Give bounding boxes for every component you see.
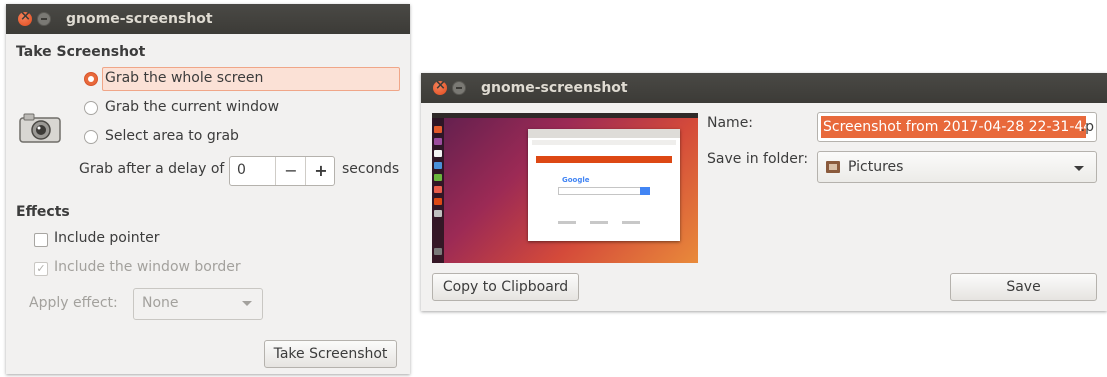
option-label-current-window[interactable]: Grab the current window bbox=[105, 99, 279, 115]
include-pointer-checkbox[interactable] bbox=[34, 233, 48, 247]
screenshot-preview: Google bbox=[432, 113, 698, 263]
save-screenshot-window: gnome-screenshot Google Name: Screensh bbox=[421, 73, 1107, 311]
filename-selected-text: Screenshot from 2017-04-28 22-31-44 bbox=[821, 116, 1086, 138]
include-border-label[interactable]: Include the window border bbox=[54, 259, 241, 275]
delay-value[interactable]: 0 bbox=[237, 162, 246, 178]
copy-to-clipboard-button[interactable]: Copy to Clipboard bbox=[432, 273, 579, 301]
apply-effect-value: None bbox=[142, 295, 179, 311]
preview-launcher-icon bbox=[434, 210, 442, 217]
preview-browser-window: Google bbox=[528, 129, 680, 241]
title-bar[interactable]: gnome-screenshot bbox=[6, 4, 410, 34]
preview-launcher-icon bbox=[434, 126, 442, 133]
copy-to-clipboard-button-label: Copy to Clipboard bbox=[442, 279, 569, 295]
delay-increment-button[interactable]: + bbox=[305, 157, 336, 185]
preview-launcher-icon bbox=[434, 198, 442, 205]
preview-launcher-icon bbox=[434, 248, 442, 255]
filename-input[interactable]: Screenshot from 2017-04-28 22-31-44 .p bbox=[817, 112, 1097, 142]
save-button-label: Save bbox=[1006, 279, 1041, 295]
close-icon[interactable] bbox=[433, 78, 447, 95]
delay-label: Grab after a delay of bbox=[79, 161, 225, 177]
preview-launcher-icon bbox=[434, 174, 442, 181]
save-folder-dropdown[interactable]: Pictures bbox=[817, 151, 1097, 183]
filename-tail-text: .p bbox=[1080, 119, 1094, 135]
take-screenshot-button[interactable]: Take Screenshot bbox=[264, 340, 397, 368]
effects-heading: Effects bbox=[16, 204, 70, 220]
save-in-folder-label: Save in folder: bbox=[707, 151, 809, 167]
preview-browser-bar bbox=[528, 129, 680, 138]
title-bar[interactable]: gnome-screenshot bbox=[421, 73, 1107, 103]
include-border-checkbox[interactable]: ✓ bbox=[34, 262, 48, 276]
option-label-select-area[interactable]: Select area to grab bbox=[105, 128, 239, 144]
save-button[interactable]: Save bbox=[950, 273, 1097, 301]
option-label-whole-screen[interactable]: Grab the whole screen bbox=[105, 70, 263, 86]
preview-top-panel bbox=[432, 113, 698, 118]
preview-ubuntu-banner bbox=[536, 156, 672, 163]
screenshot-dialog-window: gnome-screenshot Take Screenshot Grab th… bbox=[6, 4, 410, 374]
chevron-down-icon bbox=[242, 301, 252, 306]
take-screenshot-button-label: Take Screenshot bbox=[273, 346, 388, 362]
window-title: gnome-screenshot bbox=[66, 11, 213, 27]
delay-spinner[interactable]: 0 − + bbox=[229, 156, 335, 186]
radio-grab-whole-screen[interactable] bbox=[84, 72, 98, 86]
preview-search-box bbox=[558, 187, 648, 195]
chevron-down-icon bbox=[1074, 166, 1084, 171]
close-icon[interactable] bbox=[18, 9, 32, 26]
folder-pictures-icon bbox=[826, 161, 840, 173]
take-screenshot-heading: Take Screenshot bbox=[16, 44, 146, 60]
radio-select-area[interactable] bbox=[84, 130, 98, 144]
preview-launcher-icon bbox=[434, 138, 442, 145]
preview-launcher-icon bbox=[434, 162, 442, 169]
delay-decrement-button[interactable]: − bbox=[275, 157, 306, 185]
preview-launcher-icon bbox=[434, 186, 442, 193]
radio-grab-current-window[interactable] bbox=[84, 101, 98, 115]
preview-search-button bbox=[640, 187, 650, 195]
camera-icon bbox=[18, 112, 62, 144]
apply-effect-label: Apply effect: bbox=[29, 295, 118, 311]
include-pointer-label[interactable]: Include pointer bbox=[54, 230, 160, 246]
delay-unit-label: seconds bbox=[342, 161, 400, 177]
save-folder-value: Pictures bbox=[848, 159, 904, 175]
minimize-icon[interactable] bbox=[452, 81, 466, 95]
preview-google-logo: Google bbox=[562, 176, 590, 184]
apply-effect-dropdown[interactable]: None bbox=[133, 288, 263, 320]
preview-links bbox=[558, 221, 650, 224]
minimize-icon[interactable] bbox=[37, 12, 51, 26]
preview-url-bar bbox=[532, 140, 676, 145]
preview-launcher-icon bbox=[434, 150, 442, 157]
window-title: gnome-screenshot bbox=[481, 80, 628, 96]
preview-launcher bbox=[432, 118, 444, 263]
name-label: Name: bbox=[707, 115, 754, 131]
